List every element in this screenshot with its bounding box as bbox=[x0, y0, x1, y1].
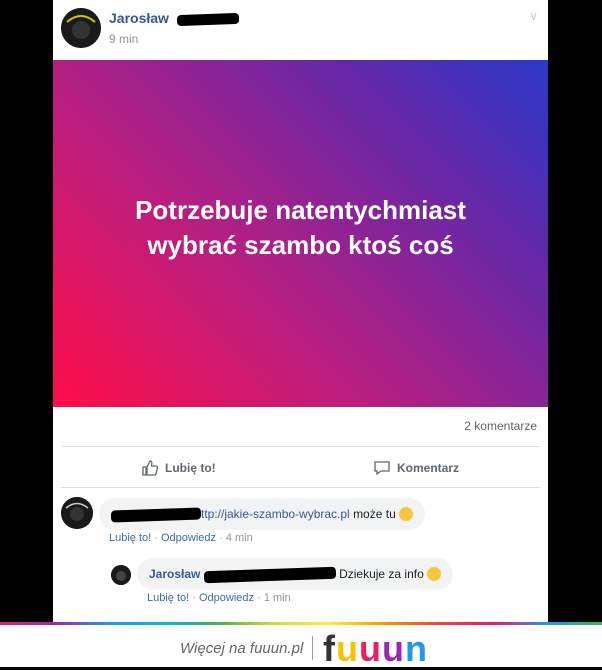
post-background-text: Potrzebuje natentychmiast wybrać szambo … bbox=[53, 60, 548, 407]
logo-letter-f: f bbox=[323, 628, 336, 669]
reply-reply-link[interactable]: Odpowiedz bbox=[199, 592, 254, 604]
like-button[interactable]: Lubię to! bbox=[141, 459, 216, 477]
avatar-image bbox=[111, 565, 131, 585]
smile-emoji-icon bbox=[399, 506, 414, 521]
comment-time[interactable]: 4 min bbox=[226, 532, 253, 544]
comment-bubble: ttp://jakie-szambo-wybrac.pl może tu bbox=[99, 498, 426, 530]
divider bbox=[61, 446, 540, 447]
comment-like-link[interactable]: Lubię to! bbox=[109, 532, 151, 544]
logo-letter-u1: u bbox=[336, 628, 359, 669]
author-avatar[interactable] bbox=[61, 8, 101, 48]
logo-letter-u2: u bbox=[359, 628, 382, 669]
more-link[interactable]: Więcej na fuuun.pl bbox=[180, 640, 303, 657]
comment-meta: Lubię to! · Odpowiedz · 4 min bbox=[109, 532, 253, 544]
comment-reply-link[interactable]: Odpowiedz bbox=[161, 532, 216, 544]
post-text: Potrzebuje natentychmiast wybrać szambo … bbox=[135, 194, 466, 260]
comment-icon bbox=[374, 461, 390, 476]
reply-avatar[interactable] bbox=[111, 565, 131, 585]
divider bbox=[61, 487, 540, 488]
post-card: Jarosław 9 min ∨ Potrzebuje natentychmia… bbox=[53, 0, 548, 622]
redacted-surname bbox=[203, 566, 336, 584]
post-time[interactable]: 9 min bbox=[109, 32, 138, 46]
logo-letter-u3: u bbox=[382, 628, 405, 669]
reply-text: Dziekuje za info bbox=[339, 567, 424, 581]
reply-like-link[interactable]: Lubię to! bbox=[147, 592, 189, 604]
reply-bubble: Jarosław Dziekuje za info bbox=[137, 558, 454, 590]
comment-text: może tu bbox=[353, 507, 396, 521]
post-author[interactable]: Jarosław bbox=[109, 10, 240, 26]
comment-link[interactable]: ttp://jakie-szambo-wybrac.pl bbox=[201, 507, 350, 521]
reply-time[interactable]: 1 min bbox=[264, 592, 291, 604]
comment-button[interactable]: Komentarz bbox=[373, 459, 459, 477]
logo-letter-n: n bbox=[405, 628, 428, 669]
post-author-name[interactable]: Jarosław bbox=[109, 10, 169, 26]
like-label: Lubię to! bbox=[165, 461, 216, 475]
chevron-down-icon[interactable]: ∨ bbox=[529, 9, 538, 23]
fuuun-logo[interactable]: fuuun bbox=[323, 628, 428, 670]
smile-emoji-icon bbox=[427, 566, 442, 581]
rainbow-stripe bbox=[0, 622, 602, 625]
comments-count[interactable]: 2 komentarze bbox=[464, 419, 537, 433]
footer-divider bbox=[312, 636, 313, 660]
avatar-image bbox=[61, 497, 93, 529]
redacted-surname bbox=[176, 12, 240, 26]
reply-author[interactable]: Jarosław bbox=[149, 567, 200, 581]
comment-label: Komentarz bbox=[397, 461, 460, 475]
commenter-avatar[interactable] bbox=[61, 497, 93, 529]
avatar-image bbox=[61, 8, 101, 48]
thumbs-up-icon bbox=[142, 460, 159, 476]
redacted-link-prefix bbox=[110, 507, 202, 523]
reply-meta: Lubię to! · Odpowiedz · 1 min bbox=[147, 592, 291, 604]
